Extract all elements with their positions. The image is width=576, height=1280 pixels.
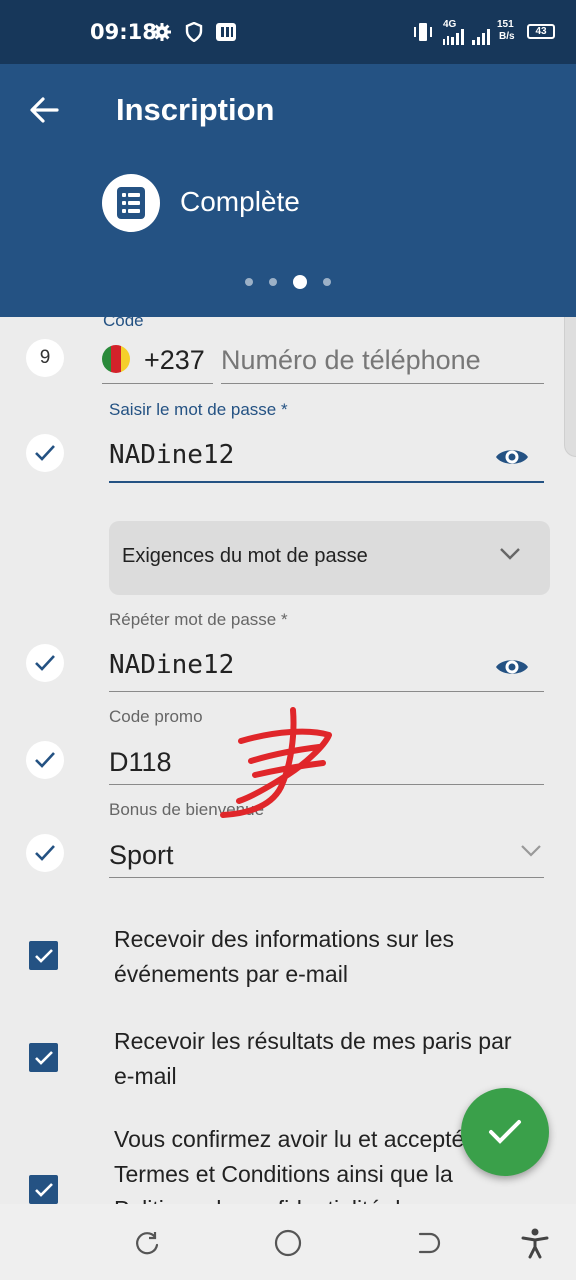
arrow-left-icon (30, 97, 59, 123)
status-bar: 09:18 4G 151 B/s 43 (0, 0, 576, 64)
edge-panel-handle[interactable] (564, 317, 576, 457)
password-requirements-dropdown[interactable]: Exigences du mot de passe (109, 521, 550, 595)
checkbox-terms-label: Vous confirmez avoir lu et accepté les T… (114, 1126, 500, 1204)
code-label: Code (103, 317, 144, 330)
signal-icon (441, 24, 467, 48)
status-time: 09:18 (90, 20, 157, 44)
check-icon (26, 434, 64, 472)
checkmark-icon (489, 1120, 521, 1144)
step-label: Complète (180, 186, 300, 217)
pager-dot-active (293, 275, 307, 289)
recents-button[interactable] (130, 1226, 164, 1260)
net-speed-unit: B/s (499, 31, 515, 42)
checkmark-icon (34, 1050, 53, 1065)
gear-icon (152, 20, 172, 44)
check-icon (26, 834, 64, 872)
checkbox-terms[interactable] (29, 1175, 58, 1204)
system-nav-bar (0, 1204, 576, 1280)
red-scribble-annotation (220, 707, 332, 818)
country-code-select[interactable]: +237 (144, 345, 205, 376)
bonus-select[interactable]: Sport (109, 840, 174, 871)
promo-input[interactable]: D118 (109, 747, 172, 778)
back-nav-button[interactable] (411, 1226, 445, 1260)
signal-icon (470, 24, 494, 48)
eye-icon[interactable] (492, 652, 532, 682)
battery-indicator: 43 (527, 24, 555, 39)
promo-label: Code promo (109, 707, 203, 726)
pager-dot (245, 278, 253, 286)
repeat-password-label: Répéter mot de passe * (109, 610, 288, 629)
password-input[interactable]: NADine12 (109, 440, 234, 470)
app-header: Inscription Complète (0, 64, 576, 317)
checkmark-icon (34, 1182, 53, 1197)
checkbox-bet-results-label: Recevoir les résultats de mes paris par … (114, 1028, 512, 1089)
checkbox-bet-results-email[interactable] (29, 1043, 58, 1072)
phone-input[interactable]: Numéro de téléphone (221, 345, 481, 376)
submit-button[interactable] (461, 1088, 549, 1176)
list-icon (102, 174, 160, 232)
vibrate-icon (412, 20, 434, 44)
chevron-down-icon (499, 547, 521, 561)
home-button[interactable] (271, 1226, 305, 1260)
step-number: 9 (39, 347, 51, 368)
password-label: Saisir le mot de passe * (109, 400, 288, 419)
repeat-password-underline (109, 691, 544, 692)
step-pager (245, 275, 331, 289)
checkbox-events-label: Recevoir des informations sur les événem… (114, 926, 455, 987)
password-underline (109, 481, 544, 483)
net-speed-value: 151 (497, 19, 514, 30)
check-icon (26, 644, 64, 682)
bonus-underline (109, 877, 544, 878)
check-icon (26, 741, 64, 779)
recents-icon (136, 1232, 159, 1255)
pager-dot (323, 278, 331, 286)
pager-dot (269, 278, 277, 286)
checkmark-icon (34, 948, 53, 963)
checkbox-events-email[interactable] (29, 941, 58, 970)
phone-underline (221, 383, 544, 384)
back-icon (418, 1232, 441, 1254)
parking-icon (215, 20, 237, 44)
page-title: Inscription (116, 92, 275, 127)
chevron-down-icon[interactable] (520, 844, 542, 858)
home-icon (274, 1229, 302, 1257)
requirements-label: Exigences du mot de passe (122, 545, 368, 567)
repeat-password-input[interactable]: NADine12 (109, 650, 234, 680)
accessibility-button[interactable] (518, 1226, 552, 1260)
country-code-underline (102, 383, 213, 384)
step-number-badge: 9 (26, 339, 64, 377)
accessibility-icon (521, 1228, 549, 1259)
shield-icon (185, 20, 203, 44)
back-button[interactable] (24, 90, 64, 130)
eye-icon[interactable] (492, 442, 532, 472)
cameroon-flag-icon[interactable] (102, 345, 130, 373)
